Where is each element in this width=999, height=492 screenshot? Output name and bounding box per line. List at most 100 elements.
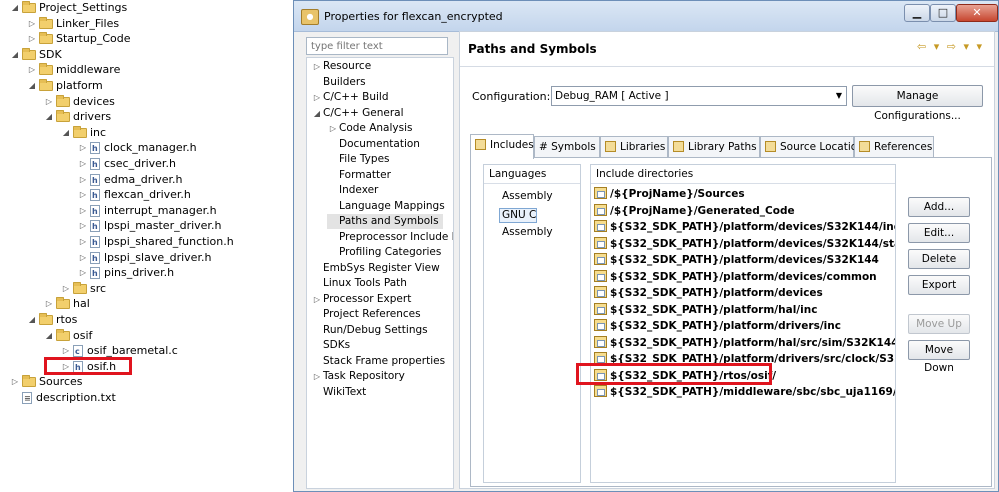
include-directory-item[interactable]: ${S32_SDK_PATH}/rtos/osif/ — [594, 368, 895, 384]
minimize-button[interactable]: ▁ — [904, 4, 930, 22]
collapsed-arrow-icon[interactable]: ▷ — [327, 121, 339, 136]
expanded-arrow-icon[interactable]: ◢ — [27, 78, 37, 94]
tree-item[interactable]: ▷ clock_manager.h — [78, 140, 197, 157]
tree-item[interactable]: ▷ Linker_Files — [27, 16, 119, 32]
tree-item[interactable]: ▷ Startup_Code — [27, 31, 131, 47]
tree-item[interactable]: ▷ osif_baremetal.c — [61, 343, 178, 360]
tab-library-paths[interactable]: Library Paths — [668, 136, 760, 157]
nav-item[interactable]: Project References — [311, 307, 425, 322]
nav-item[interactable]: ◢ C/C++ General — [311, 106, 408, 121]
collapsed-arrow-icon[interactable]: ▷ — [44, 94, 54, 110]
collapsed-arrow-icon[interactable]: ▷ — [27, 31, 37, 47]
collapsed-arrow-icon[interactable]: ▷ — [61, 359, 71, 375]
tree-item[interactable]: ◢ rtos — [27, 312, 77, 328]
nav-item[interactable]: Indexer — [327, 183, 382, 198]
include-directory-item[interactable]: ${S32_SDK_PATH}/platform/hal/inc — [594, 302, 895, 318]
language-item[interactable]: GNU C — [484, 208, 580, 223]
include-directory-item[interactable]: ${S32_SDK_PATH}/platform/devices/S32K144… — [594, 236, 895, 252]
include-directory-item[interactable]: ${S32_SDK_PATH}/platform/devices — [594, 285, 895, 301]
collapsed-arrow-icon[interactable]: ▷ — [311, 369, 323, 384]
expanded-arrow-icon[interactable]: ◢ — [10, 47, 20, 63]
nav-item[interactable]: ▷ C/C++ Build — [311, 90, 393, 105]
tab-includes[interactable]: Includes — [470, 134, 534, 159]
collapsed-arrow-icon[interactable]: ▷ — [78, 172, 88, 188]
tree-item[interactable]: ▷ lpspi_slave_driver.h — [78, 250, 212, 267]
collapsed-arrow-icon[interactable]: ▷ — [78, 203, 88, 219]
collapsed-arrow-icon[interactable]: ▷ — [61, 343, 71, 359]
expanded-arrow-icon[interactable]: ◢ — [10, 0, 20, 16]
collapsed-arrow-icon[interactable]: ▷ — [311, 59, 323, 74]
tree-item[interactable]: ▷ Sources — [10, 374, 83, 390]
export-button[interactable]: Export — [908, 275, 970, 295]
nav-item[interactable]: Documentation — [327, 137, 424, 152]
tree-item[interactable]: ▷ devices — [44, 94, 115, 110]
add-button[interactable]: Add... — [908, 197, 970, 217]
expanded-arrow-icon[interactable]: ◢ — [44, 328, 54, 344]
nav-item[interactable]: ▷ Processor Expert — [311, 292, 415, 307]
tab-symbols[interactable]: # Symbols — [534, 136, 600, 157]
close-button[interactable]: ✕ — [956, 4, 998, 22]
filter-input[interactable] — [306, 37, 448, 55]
nav-item[interactable]: Preprocessor Include Pa — [327, 230, 453, 245]
include-directory-item[interactable]: ${S32_SDK_PATH}/platform/devices/common — [594, 269, 895, 285]
collapsed-arrow-icon[interactable]: ▷ — [10, 374, 20, 390]
manage-configurations-button[interactable]: Manage Configurations... — [852, 85, 983, 122]
nav-item[interactable]: Linux Tools Path — [311, 276, 411, 291]
nav-item[interactable]: File Types — [327, 152, 394, 167]
nav-item[interactable]: Paths and Symbols — [327, 214, 443, 229]
include-directory-item[interactable]: ${S32_SDK_PATH}/platform/hal/src/sim/S32… — [594, 335, 895, 351]
delete-button[interactable]: Delete — [908, 249, 970, 269]
collapsed-arrow-icon[interactable]: ▷ — [27, 16, 37, 32]
include-directory-item[interactable]: /${ProjName}/Sources — [594, 186, 895, 202]
language-item[interactable]: Assembly — [484, 189, 580, 204]
nav-item[interactable]: Formatter — [327, 168, 395, 183]
collapsed-arrow-icon[interactable]: ▷ — [44, 296, 54, 312]
tree-item[interactable]: ▷ lpspi_master_driver.h — [78, 218, 222, 235]
collapsed-arrow-icon[interactable]: ▷ — [78, 140, 88, 156]
tree-item[interactable]: description.txt — [10, 390, 116, 407]
dialog-titlebar[interactable]: ● Properties for flexcan_encrypted ▁ □ ✕ — [294, 1, 998, 32]
tree-item[interactable]: ▷ middleware — [27, 62, 120, 78]
collapsed-arrow-icon[interactable]: ▷ — [61, 281, 71, 297]
collapsed-arrow-icon[interactable]: ▷ — [78, 218, 88, 234]
tree-item[interactable]: ▷ hal — [44, 296, 90, 312]
collapsed-arrow-icon[interactable]: ▷ — [78, 265, 88, 281]
expanded-arrow-icon[interactable]: ◢ — [311, 106, 323, 121]
collapsed-arrow-icon[interactable]: ▷ — [27, 62, 37, 78]
tree-item[interactable]: ◢ Project_Settings — [10, 0, 127, 16]
include-directory-item[interactable]: ${S32_SDK_PATH}/platform/drivers/inc — [594, 318, 895, 334]
include-directory-item[interactable]: ${S32_SDK_PATH}/middleware/sbc/sbc_uja11… — [594, 384, 895, 400]
nav-item[interactable]: EmbSys Register View — [311, 261, 444, 276]
nav-item[interactable]: Profiling Categories — [327, 245, 445, 260]
collapsed-arrow-icon[interactable]: ▷ — [311, 90, 323, 105]
tree-item[interactable]: ▷ edma_driver.h — [78, 172, 183, 189]
tree-item[interactable]: ▷ pins_driver.h — [78, 265, 174, 282]
tree-item[interactable]: ◢ drivers — [44, 109, 111, 125]
tab-references[interactable]: References — [854, 136, 934, 157]
include-directory-item[interactable]: /${ProjName}/Generated_Code — [594, 203, 895, 219]
expanded-arrow-icon[interactable]: ◢ — [61, 125, 71, 141]
maximize-button[interactable]: □ — [930, 4, 956, 22]
tree-item[interactable]: ▷ src — [61, 281, 106, 297]
collapsed-arrow-icon[interactable]: ▷ — [78, 156, 88, 172]
language-item[interactable]: Assembly — [484, 225, 580, 240]
include-directory-item[interactable]: ${S32_SDK_PATH}/platform/devices/S32K144… — [594, 219, 895, 235]
collapsed-arrow-icon[interactable]: ▷ — [78, 250, 88, 266]
tree-item[interactable]: ▷ lpspi_shared_function.h — [78, 234, 234, 251]
move-down-button[interactable]: Move Down — [908, 340, 970, 374]
tree-item[interactable]: ◢ platform — [27, 78, 103, 94]
nav-item[interactable]: Language Mappings — [327, 199, 449, 214]
nav-item[interactable]: Run/Debug Settings — [311, 323, 432, 338]
include-directory-item[interactable]: ${S32_SDK_PATH}/platform/drivers/src/clo… — [594, 351, 895, 367]
edit-button[interactable]: Edit... — [908, 223, 970, 243]
tree-item[interactable]: ◢ osif — [44, 328, 92, 344]
tree-item[interactable]: ▷ flexcan_driver.h — [78, 187, 191, 204]
collapsed-arrow-icon[interactable]: ▷ — [78, 187, 88, 203]
tree-item[interactable]: ▷ osif.h — [61, 359, 116, 376]
nav-item[interactable]: Stack Frame properties — [311, 354, 449, 369]
tab-source-location[interactable]: Source Location — [760, 136, 864, 157]
tree-item[interactable]: ◢ SDK — [10, 47, 62, 63]
expanded-arrow-icon[interactable]: ◢ — [27, 312, 37, 328]
nav-item[interactable]: ▷ Resource — [311, 59, 375, 74]
nav-item[interactable]: SDKs — [311, 338, 354, 353]
